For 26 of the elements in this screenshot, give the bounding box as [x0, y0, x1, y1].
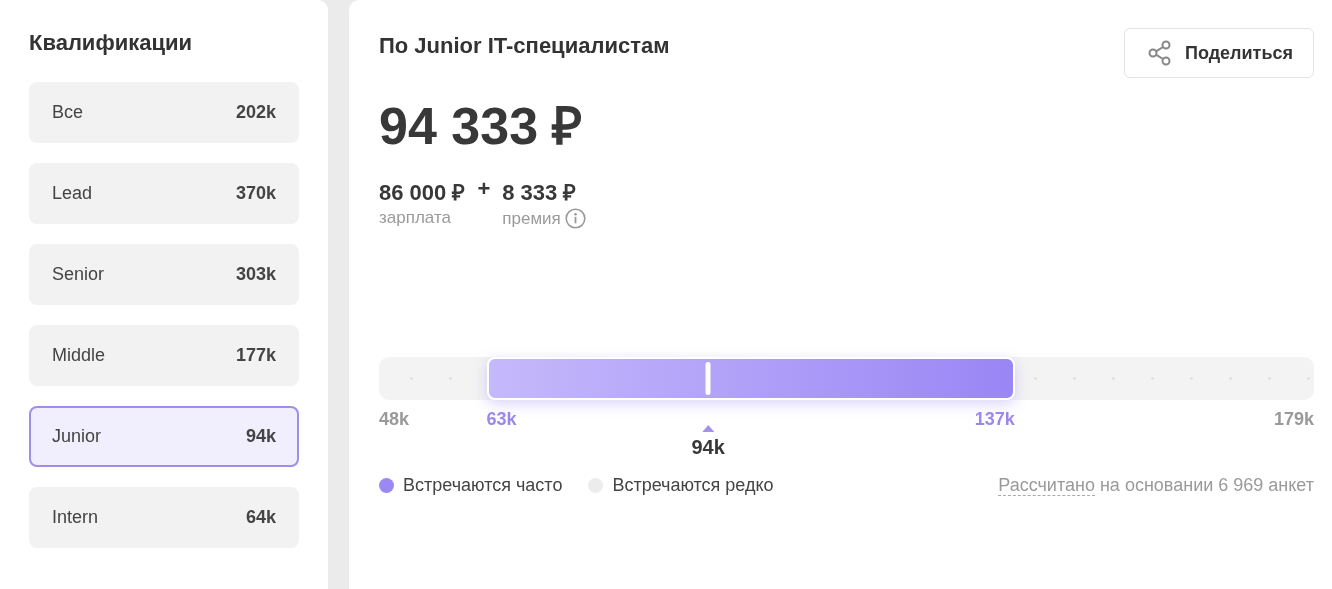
- qualification-item[interactable]: Senior 303k: [29, 244, 299, 305]
- info-icon[interactable]: [564, 208, 586, 229]
- plus-sign: +: [477, 176, 491, 203]
- share-icon: [1146, 40, 1173, 66]
- legend-label: Встречаются редко: [612, 475, 774, 496]
- qualification-item[interactable]: Middle 177k: [29, 325, 299, 386]
- salary-amount: 8 333 ₽: [502, 179, 578, 206]
- scale-label: 63k: [486, 409, 517, 430]
- qualification-item[interactable]: Intern 64k: [29, 487, 299, 548]
- legend-label: Встречаются часто: [403, 475, 563, 496]
- median-label: 94k: [691, 436, 725, 459]
- qualification-item[interactable]: Junior 94k: [29, 406, 299, 467]
- qualification-item[interactable]: Lead 370k: [29, 163, 299, 224]
- share-button[interactable]: Поделиться: [1123, 28, 1314, 78]
- amount-caption: зарплата: [379, 208, 451, 228]
- median-pointer-icon: [702, 425, 715, 432]
- sidebar-title: Квалификации: [29, 30, 193, 56]
- panel-title: По Junior IT-специалистам: [379, 33, 670, 59]
- qualification-item[interactable]: Все 202k: [29, 82, 299, 143]
- total-salary: 94 333 ₽: [379, 100, 584, 152]
- scale-label: 137k: [974, 409, 1015, 430]
- sample-note: Рассчитано на основании 6 969 анкет: [998, 475, 1314, 496]
- salary-amount: 86 000 ₽: [379, 179, 466, 206]
- amount-caption: премия: [502, 208, 561, 229]
- scale-label: 179k: [1273, 409, 1314, 430]
- scale-label: 48k: [379, 409, 410, 430]
